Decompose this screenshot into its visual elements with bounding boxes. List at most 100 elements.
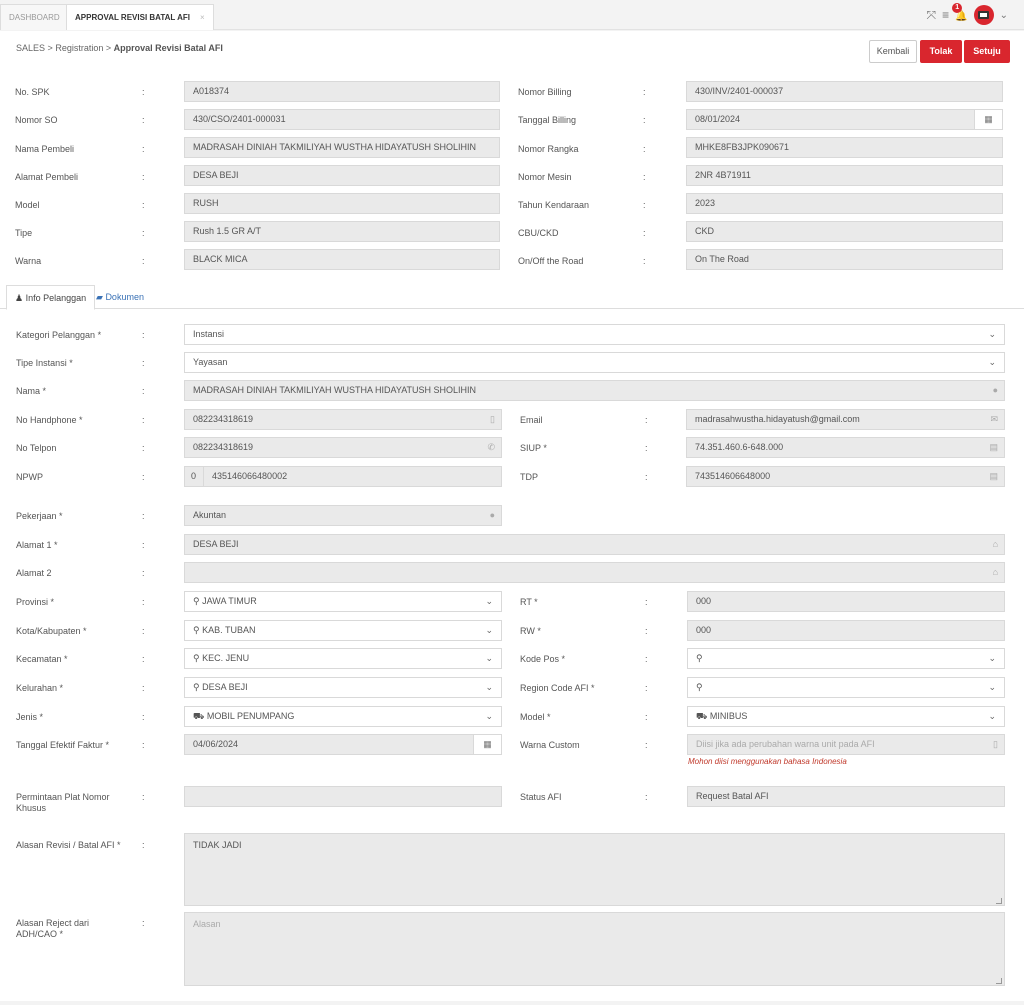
tab-approval[interactable]: APPROVAL REVISI BATAL AFI × <box>66 4 214 30</box>
colon: : <box>643 256 646 266</box>
label-warna-custom: Warna Custom <box>520 740 580 750</box>
colon: : <box>645 472 648 482</box>
setuju-button[interactable]: Setuju <box>964 40 1010 63</box>
colon: : <box>643 228 646 238</box>
calendar-icon[interactable]: ▦ <box>473 735 501 754</box>
chevron-down-icon: ⌄ <box>988 329 996 339</box>
label-tdp: TDP <box>520 472 538 482</box>
jenis-value: MOBIL PENUMPANG <box>206 711 295 721</box>
colon: : <box>142 683 145 693</box>
expand-icon[interactable]: ⤧ <box>927 8 937 23</box>
colon: : <box>142 792 145 802</box>
field-pekerjaan: Akuntan ● <box>184 505 502 526</box>
label-email: Email <box>520 415 543 425</box>
label-kode-pos: Kode Pos * <box>520 654 566 664</box>
user-icon: ♟ <box>15 293 24 303</box>
alamat1-value: DESA BEJI <box>193 539 239 549</box>
warna-custom-input[interactable]: Diisi jika ada perubahan warna unit pada… <box>687 734 1005 755</box>
textarea-alasan-revisi: TIDAK JADI <box>184 833 1005 906</box>
notification-bell[interactable]: 1 🔔 <box>952 3 968 22</box>
phone-icon: ✆ <box>487 442 495 452</box>
colon: : <box>645 415 648 425</box>
tab-dokumen[interactable]: ▰ Dokumen <box>88 285 152 310</box>
select-kecamatan[interactable]: ⚲ KEC. JENU ⌄ <box>184 648 502 669</box>
label-rt: RT * <box>520 597 538 607</box>
tdp-value: 743514606648000 <box>695 471 771 481</box>
select-kota[interactable]: ⚲ KAB. TUBAN ⌄ <box>184 620 502 641</box>
email-value: madrasahwustha.hidayatush@gmail.com <box>695 414 860 424</box>
colon: : <box>142 200 145 210</box>
select-kelurahan[interactable]: ⚲ DESA BEJI ⌄ <box>184 677 502 698</box>
kategori-value: Instansi <box>193 329 225 339</box>
field-tdp: 743514606648000 ▤ <box>686 466 1005 487</box>
alasan-reject-textarea[interactable]: Alasan <box>184 912 1005 986</box>
menu-icon[interactable]: ≡ <box>942 8 949 22</box>
field-warna: BLACK MICA <box>184 249 500 270</box>
field-tahun-kendaraan: 2023 <box>686 193 1003 214</box>
colon: : <box>645 654 648 664</box>
field-nomor-billing: 430/INV/2401-000037 <box>686 81 1003 102</box>
select-region-code[interactable]: ⚲ ⌄ <box>687 677 1005 698</box>
colon: : <box>645 443 648 453</box>
colon: : <box>643 172 646 182</box>
tab-info-pelanggan[interactable]: ♟ Info Pelanggan <box>6 285 96 310</box>
breadcrumb-separator: > <box>105 43 112 53</box>
colon: : <box>142 626 145 636</box>
label-no-hp: No Handphone * <box>16 415 83 425</box>
tab-dashboard[interactable]: DASHBOARD <box>0 4 69 30</box>
colon: : <box>142 472 145 482</box>
select-provinsi[interactable]: ⚲ JAWA TIMUR ⌄ <box>184 591 502 612</box>
breadcrumb-sales[interactable]: SALES <box>16 43 45 53</box>
id-card-icon: ▤ <box>989 442 998 452</box>
colon: : <box>142 712 145 722</box>
label-on-off-road: On/Off the Road <box>518 256 584 266</box>
label-model-kendaraan: Model * <box>520 712 551 722</box>
field-tanggal-billing: 08/01/2024 ▦ <box>686 109 1003 130</box>
field-nama: MADRASAH DINIAH TAKMILIYAH WUSTHA HIDAYA… <box>184 380 1005 401</box>
label-cbu-ckd: CBU/CKD <box>518 228 559 238</box>
select-kode-pos[interactable]: ⚲ ⌄ <box>687 648 1005 669</box>
section-tabs: ♟ Info Pelanggan ▰ Dokumen <box>0 285 1024 310</box>
label-provinsi: Provinsi * <box>16 597 55 607</box>
tolak-button[interactable]: Tolak <box>920 40 962 63</box>
label-alasan-reject: Alasan Reject dari ADH/CAO * <box>16 918 89 940</box>
colon: : <box>142 840 145 850</box>
colon: : <box>142 386 145 396</box>
chevron-down-icon: ⌄ <box>988 682 996 692</box>
alasan-reject-label-1: Alasan Reject dari <box>16 918 90 928</box>
map-marker-icon: ⚲ <box>193 653 200 663</box>
kecamatan-value: KEC. JENU <box>202 653 250 663</box>
provinsi-value: JAWA TIMUR <box>202 596 257 606</box>
label-tipe: Tipe <box>15 228 33 238</box>
car-icon: ⛟ <box>696 711 708 721</box>
select-kategori[interactable]: Instansi ⌄ <box>184 324 1005 345</box>
resize-handle-icon[interactable] <box>996 978 1002 984</box>
chevron-down-icon[interactable]: ⌄ <box>1000 10 1008 21</box>
close-icon[interactable]: × <box>200 13 205 22</box>
label-kota: Kota/Kabupaten * <box>16 626 87 636</box>
chevron-down-icon: ⌄ <box>485 625 493 635</box>
breadcrumb-separator: > <box>47 43 53 53</box>
calendar-icon[interactable]: ▦ <box>974 110 1002 129</box>
home-icon: ⌂ <box>992 539 998 549</box>
select-tipe-instansi[interactable]: Yayasan ⌄ <box>184 352 1005 373</box>
colon: : <box>142 330 145 340</box>
alasan-reject-placeholder: Alasan <box>193 919 221 929</box>
select-model[interactable]: ⛟ MINIBUS ⌄ <box>687 706 1005 727</box>
kembali-button[interactable]: Kembali <box>869 40 917 63</box>
main-content: SALES > Registration > Approval Revisi B… <box>0 31 1024 1001</box>
field-no-spk: A018374 <box>184 81 500 102</box>
map-marker-icon: ⚲ <box>193 625 200 635</box>
colon: : <box>142 115 145 125</box>
breadcrumb: SALES > Registration > Approval Revisi B… <box>16 43 223 53</box>
breadcrumb-registration[interactable]: Registration <box>55 43 103 53</box>
field-alamat-pembeli: DESA BEJI <box>184 165 500 186</box>
select-jenis[interactable]: ⛟ MOBIL PENUMPANG ⌄ <box>184 706 502 727</box>
field-rw: 000 <box>687 620 1005 641</box>
chevron-down-icon: ⌄ <box>988 711 996 721</box>
label-no-spk: No. SPK <box>15 87 50 97</box>
label-kelurahan: Kelurahan * <box>16 683 64 693</box>
footer-strip <box>0 1001 1024 1005</box>
avatar[interactable] <box>973 5 994 25</box>
colon: : <box>142 654 145 664</box>
